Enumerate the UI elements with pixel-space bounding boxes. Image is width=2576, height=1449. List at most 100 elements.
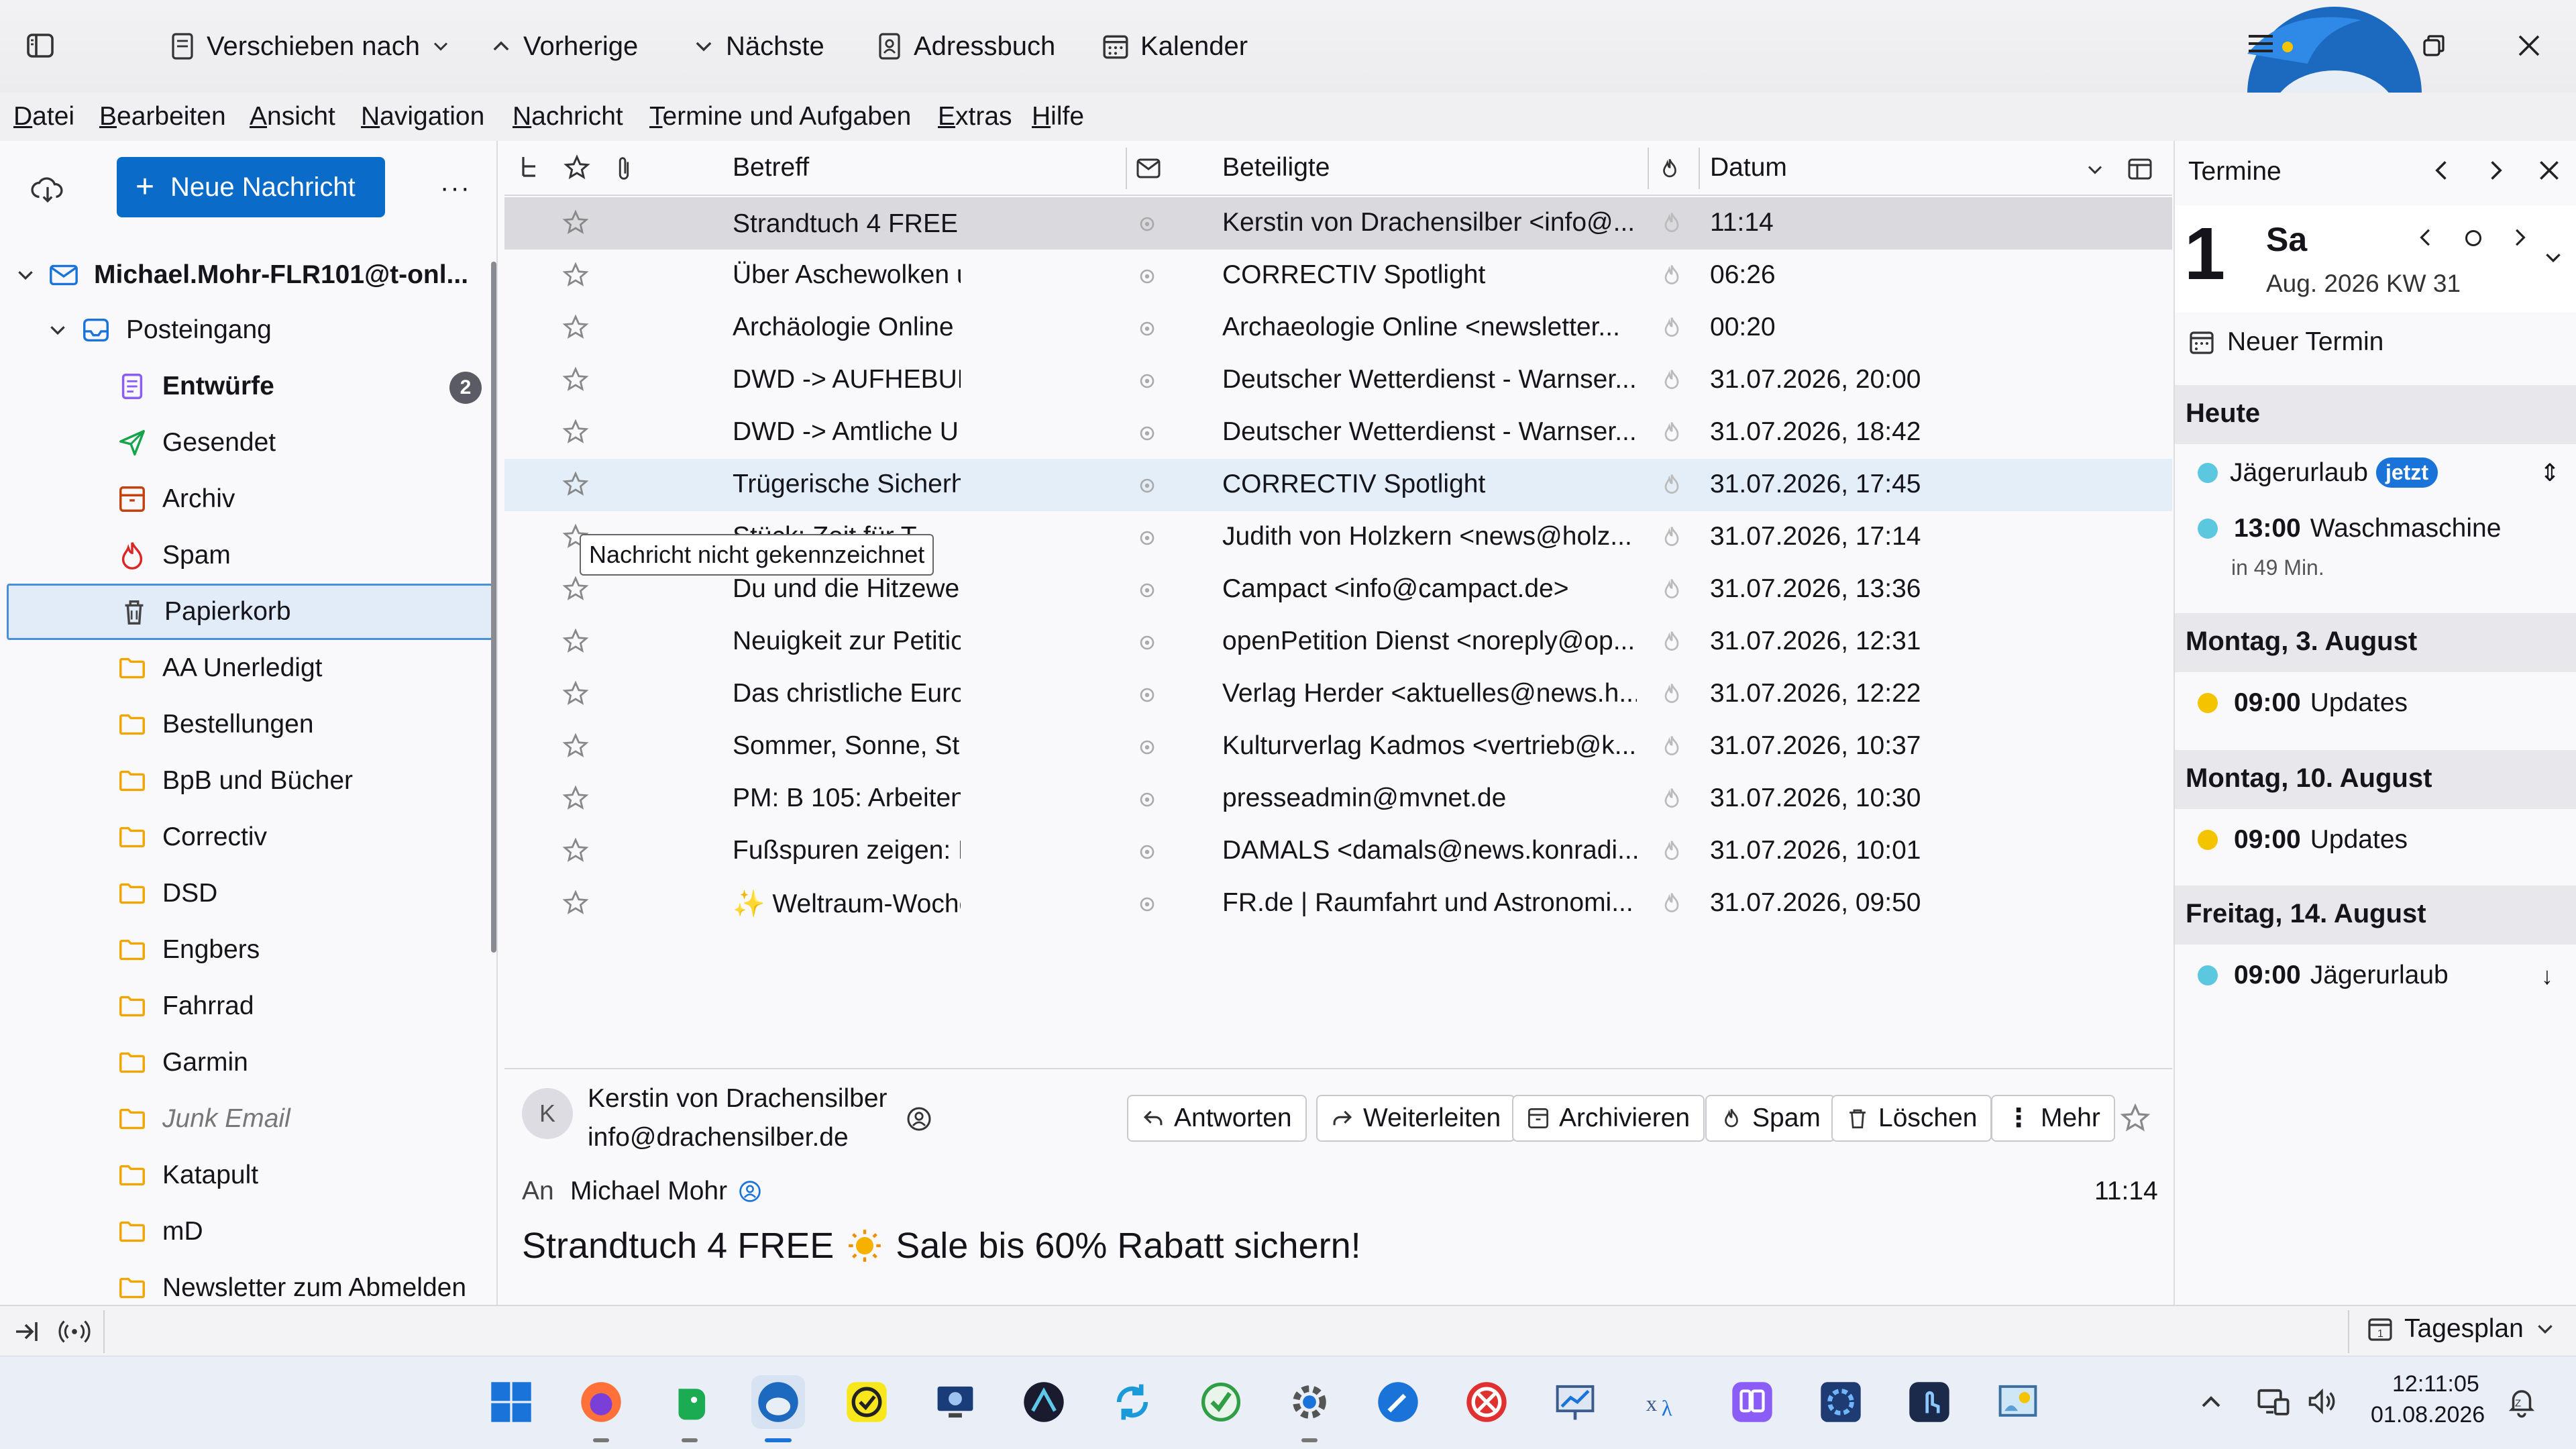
firefox-icon[interactable]: [574, 1375, 628, 1442]
message-row[interactable]: DWD -> Amtliche UNWETTERW... Deutscher We…: [504, 407, 2172, 459]
today-pane-toggle[interactable]: 1 Tagesplan: [2367, 1314, 2556, 1344]
folder-item[interactable]: mD: [0, 1203, 493, 1260]
message-row[interactable]: Fußspuren zeigen: Paranthropus... DAMALS …: [504, 825, 2172, 877]
chevron-left-icon[interactable]: [2415, 227, 2436, 248]
get-messages-icon[interactable]: [31, 173, 64, 207]
star-icon[interactable]: [562, 419, 589, 445]
folder-item[interactable]: AA Unerledigt: [0, 640, 493, 696]
junk-status-icon[interactable]: [1660, 734, 1684, 758]
touch-icon[interactable]: [1902, 1375, 1956, 1429]
junk-status-icon[interactable]: [1660, 420, 1684, 444]
weather-app-icon[interactable]: [1991, 1375, 2045, 1429]
contact-icon[interactable]: [906, 1106, 932, 1132]
unread-dot-icon[interactable]: [1139, 425, 1155, 441]
section-today[interactable]: Heute: [2175, 385, 2576, 444]
junk-status-icon[interactable]: [1660, 211, 1684, 235]
menu-message[interactable]: Nachricht: [513, 102, 623, 131]
date-column-header[interactable]: Datum: [1710, 153, 1787, 182]
folder-item[interactable]: Correctiv: [0, 809, 493, 865]
folder-inbox[interactable]: Posteingang: [0, 302, 493, 358]
chevron-down-icon[interactable]: [2542, 247, 2564, 268]
subject-column-header[interactable]: Betreff: [733, 153, 809, 182]
clock-check-icon[interactable]: [1194, 1375, 1248, 1429]
phone-link-icon[interactable]: [1725, 1375, 1779, 1429]
chevron-left-icon[interactable]: [2430, 158, 2454, 182]
thread-column-icon[interactable]: [518, 154, 542, 181]
calendar-button[interactable]: Kalender: [1102, 24, 1248, 68]
star-icon[interactable]: [562, 576, 589, 602]
network-icon[interactable]: [2255, 1383, 2292, 1419]
folder-drafts[interactable]: Entwürfe 2: [0, 358, 493, 415]
folder-item[interactable]: Katapult: [0, 1147, 493, 1203]
online-status-icon[interactable]: [58, 1318, 91, 1345]
contact-icon[interactable]: [738, 1179, 762, 1203]
tray-clock-date[interactable]: 01.08.2026: [2371, 1402, 2485, 1428]
junk-status-icon[interactable]: [1660, 629, 1684, 653]
junk-status-icon[interactable]: [1660, 472, 1684, 496]
app-settings-icon[interactable]: [1814, 1375, 1868, 1429]
spam-button[interactable]: Spam: [1705, 1095, 1835, 1142]
star-icon[interactable]: [562, 209, 589, 236]
menu-navigation[interactable]: Navigation: [361, 102, 484, 131]
star-icon[interactable]: [562, 262, 589, 288]
junk-status-icon[interactable]: [1660, 263, 1684, 287]
star-icon[interactable]: [562, 680, 589, 707]
message-row[interactable]: Sommer, Sonne, Strandkorb (Ka... Kulturve…: [504, 720, 2172, 773]
unread-dot-icon[interactable]: [1139, 792, 1155, 808]
message-row[interactable]: Das christliche Europa vor seiner... Verl…: [504, 668, 2172, 720]
sort-descending-icon[interactable]: [2085, 160, 2105, 180]
close-window-icon[interactable]: [2517, 34, 2541, 58]
hamburger-menu-icon[interactable]: [2247, 34, 2274, 54]
event-item[interactable]: 09:00 Updates: [2198, 688, 2408, 718]
previous-button[interactable]: Vorherige: [490, 24, 638, 68]
sidebar-toggle-icon[interactable]: [24, 30, 56, 62]
junk-status-icon[interactable]: [1660, 577, 1684, 601]
star-icon[interactable]: [562, 837, 589, 864]
folder-item[interactable]: Fahrrad: [0, 978, 493, 1034]
junk-status-column-icon[interactable]: [1658, 157, 1681, 180]
folder-sent[interactable]: Gesendet: [0, 415, 493, 471]
unread-dot-icon[interactable]: [1139, 896, 1155, 912]
message-row[interactable]: Über Aschewolken und Fürsorge CORRECTIV S…: [504, 250, 2172, 302]
today-circle-icon[interactable]: [2463, 228, 2483, 248]
folder-item[interactable]: BpB und Bücher: [0, 753, 493, 809]
next-button[interactable]: Nächste: [692, 24, 824, 68]
blocker-icon[interactable]: [1460, 1375, 1513, 1429]
unread-dot-icon[interactable]: [1139, 321, 1155, 337]
event-item[interactable]: 09:00 Updates: [2198, 825, 2408, 855]
junk-status-icon[interactable]: [1660, 891, 1684, 915]
message-row[interactable]: DWD -> AUFHEBUNG der UNW... Deutscher Wet…: [504, 354, 2172, 407]
unread-dot-icon[interactable]: [1139, 739, 1155, 755]
recipient-name[interactable]: Michael Mohr: [570, 1177, 727, 1206]
thunderbird-taskbar-icon[interactable]: [751, 1375, 805, 1442]
junk-status-icon[interactable]: [1660, 839, 1684, 863]
sender-email[interactable]: info@drachensilber.de: [588, 1123, 849, 1152]
star-column-icon[interactable]: [564, 154, 590, 181]
more-button[interactable]: ⋮ Mehr: [1991, 1095, 2115, 1142]
folder-trash[interactable]: Papierkorb: [7, 584, 493, 640]
close-icon[interactable]: [2537, 158, 2561, 182]
new-message-button[interactable]: + Neue Nachricht: [117, 157, 385, 217]
chevron-right-icon[interactable]: [2509, 227, 2530, 248]
forward-button[interactable]: Weiterleiten: [1316, 1095, 1516, 1142]
star-icon[interactable]: [562, 785, 589, 812]
reply-button[interactable]: Antworten: [1127, 1095, 1307, 1142]
collapse-pane-icon[interactable]: [13, 1318, 40, 1345]
folder-pane-menu-icon[interactable]: ···: [440, 173, 471, 203]
unread-dot-icon[interactable]: [1139, 478, 1155, 494]
star-icon[interactable]: [562, 733, 589, 759]
junk-status-icon[interactable]: [1660, 525, 1684, 549]
event-item[interactable]: 09:00 Jägerurlaub: [2198, 961, 2449, 990]
menu-edit[interactable]: Bearbeiten: [99, 102, 226, 131]
attachment-column-icon[interactable]: [614, 154, 633, 182]
menu-view[interactable]: Ansicht: [250, 102, 335, 131]
delete-button[interactable]: Löschen: [1831, 1095, 1992, 1142]
archive-button[interactable]: Archivieren: [1512, 1095, 1705, 1142]
sync-icon[interactable]: [1106, 1375, 1159, 1429]
unread-dot-icon[interactable]: [1139, 844, 1155, 860]
message-row[interactable]: ✨ Weltraum-Woche: Mein Tip... FR.de | Rau…: [504, 877, 2172, 930]
unread-dot-icon[interactable]: [1139, 268, 1155, 284]
unread-dot-icon[interactable]: [1139, 216, 1155, 232]
event-item[interactable]: Jägerurlaub jetzt: [2198, 458, 2438, 488]
junk-status-icon[interactable]: [1660, 315, 1684, 339]
